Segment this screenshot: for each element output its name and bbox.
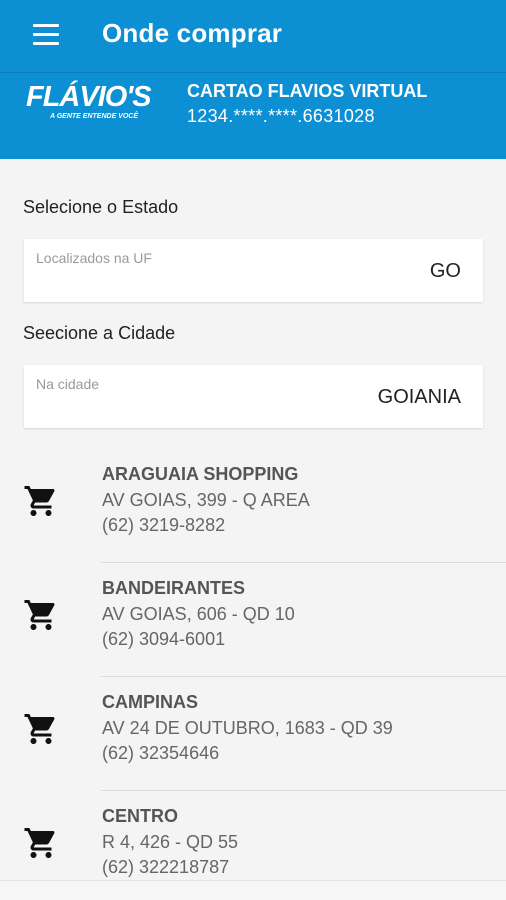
store-name: CENTRO <box>102 806 178 826</box>
bottom-edge <box>0 880 506 900</box>
store-item[interactable]: ARAGUAIA SHOPPING AV GOIAS, 399 - Q AREA… <box>0 450 506 563</box>
app-bar: Onde comprar <box>0 0 506 72</box>
city-select[interactable]: Na cidade GOIANIA <box>24 365 483 428</box>
hamburger-menu-icon[interactable] <box>33 24 59 46</box>
store-phone: (62) 322218787 <box>102 857 230 877</box>
store-phone: (62) 3219-8282 <box>102 515 226 535</box>
store-name: ARAGUAIA SHOPPING <box>102 464 299 484</box>
store-item[interactable]: BANDEIRANTES AV GOIAS, 606 - QD 10 (62) … <box>0 564 506 677</box>
divider <box>101 562 506 563</box>
flavios-logo: FLÁVIO'S A GENTE ENTENDE VOCÊ <box>26 81 161 125</box>
shopping-cart-icon <box>24 714 55 744</box>
store-phone: (62) 32354646 <box>102 743 220 763</box>
store-name: CAMPINAS <box>102 692 199 712</box>
state-label: Selecione o Estado <box>23 197 179 217</box>
shopping-cart-icon <box>24 486 55 516</box>
card-number: 1234.****.****.6631028 <box>187 106 375 126</box>
card-title: CARTAO FLAVIOS VIRTUAL <box>187 81 428 101</box>
divider <box>101 676 506 677</box>
city-label: Seecione a Cidade <box>23 323 176 343</box>
city-select-value: GOIANIA <box>377 386 461 408</box>
store-address: AV GOIAS, 606 - QD 10 <box>102 604 295 624</box>
state-select-value: GO <box>429 260 461 282</box>
shopping-cart-icon <box>24 828 55 858</box>
shopping-cart-icon <box>24 600 55 630</box>
page-title: Onde comprar <box>102 18 283 48</box>
city-select-hint: Na cidade <box>36 376 100 392</box>
store-name: BANDEIRANTES <box>102 578 246 598</box>
state-select[interactable]: Localizados na UF GO <box>24 239 483 302</box>
store-item[interactable]: CAMPINAS AV 24 DE OUTUBRO, 1683 - QD 39 … <box>0 678 506 791</box>
store-address: R 4, 426 - QD 55 <box>102 832 239 852</box>
logo-text: FLÁVIO'S <box>26 81 152 113</box>
store-address: AV GOIAS, 399 - Q AREA <box>102 490 310 510</box>
store-phone: (62) 3094-6001 <box>102 629 226 649</box>
state-select-hint: Localizados na UF <box>36 250 152 266</box>
card-header: FLÁVIO'S A GENTE ENTENDE VOCÊ CARTAO FLA… <box>0 72 506 159</box>
store-address: AV 24 DE OUTUBRO, 1683 - QD 39 <box>102 718 393 738</box>
divider <box>101 790 506 791</box>
logo-tagline: A GENTE ENTENDE VOCÊ <box>50 113 139 120</box>
